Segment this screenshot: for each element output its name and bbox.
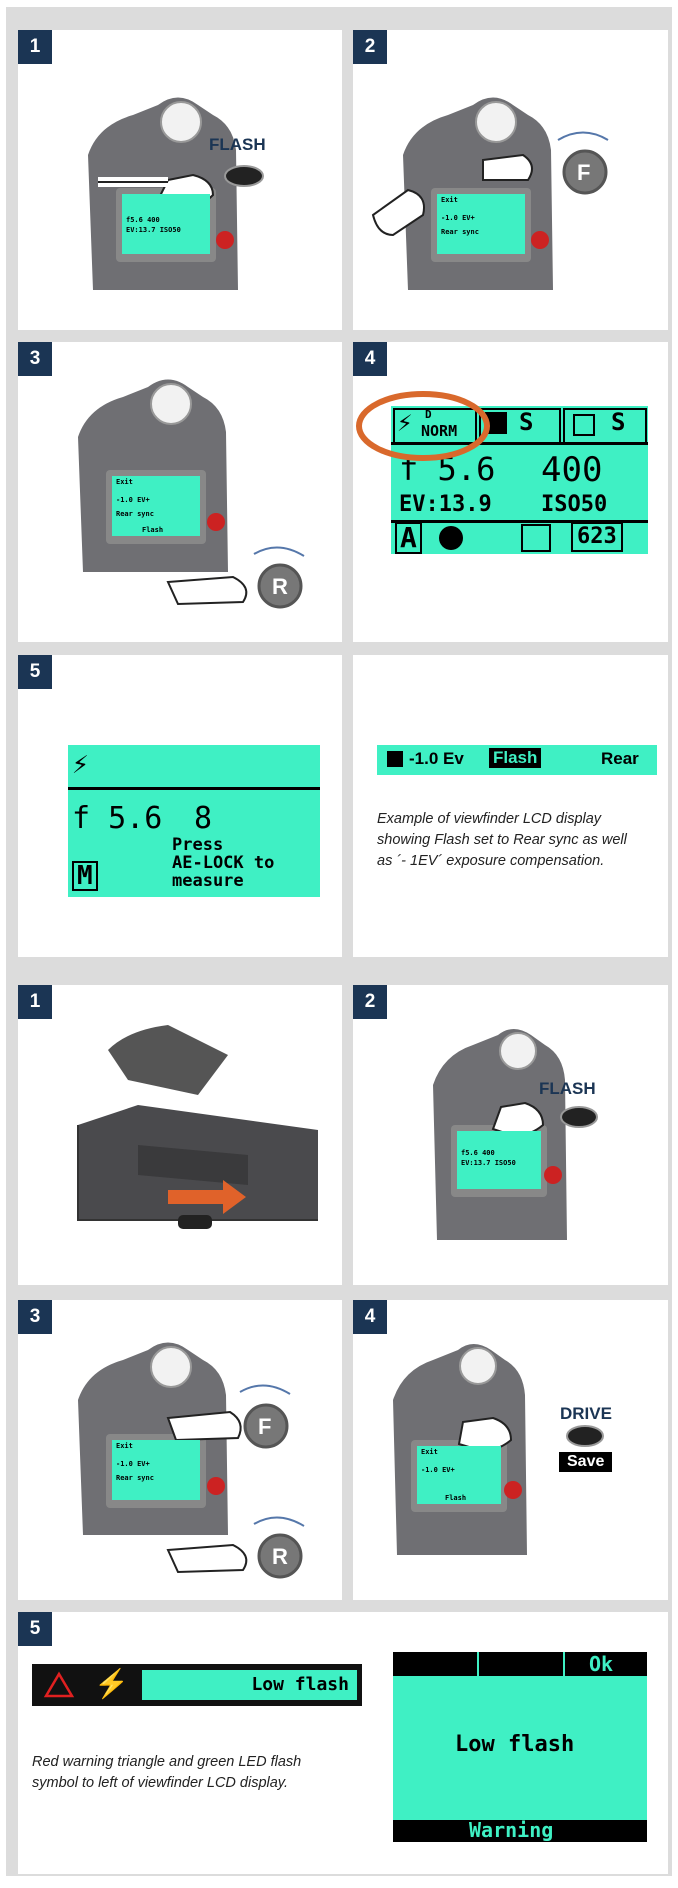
- viewfinder-caption: Example of viewfinder LCD display showin…: [377, 809, 627, 872]
- press-line-2: AE-LOCK to: [172, 853, 275, 873]
- manual-page: 1 FLASH f5.6 400 EV:13.7 ISO50 2 F Exit …: [0, 0, 678, 1888]
- mini-lcd-aperture: f5.6 400: [461, 1149, 495, 1157]
- step-panel-5b: 5 ⚡ Low flash Red warning triangle and g…: [18, 1612, 668, 1874]
- mini-lcd-footer: Flash: [445, 1494, 467, 1502]
- caption-line: Red warning triangle and green LED flash: [32, 1754, 302, 1770]
- mini-lcd-sync: Rear sync: [116, 510, 154, 518]
- f-dial-letter: F: [258, 1414, 272, 1439]
- viewfinder-warning-strip: ⚡ Low flash: [32, 1664, 362, 1706]
- flash-icon: ⚡: [72, 747, 89, 780]
- step-number: 5: [18, 655, 52, 689]
- press-line-1: Press: [172, 835, 224, 855]
- ev-comp-value: -1.0 Ev: [409, 749, 464, 768]
- warning-triangle-icon: [43, 1671, 75, 1698]
- step-panel-1: 1 FLASH f5.6 400 EV:13.7 ISO50: [18, 30, 342, 330]
- sync-mode: Rear: [601, 749, 639, 768]
- caption-line: symbol to left of viewfinder LCD display…: [32, 1775, 289, 1791]
- drive-button-label: DRIVE: [560, 1404, 612, 1423]
- mini-lcd-ev-line: -1.0 EV+: [421, 1466, 455, 1474]
- ev-comp-icon: [387, 751, 403, 767]
- caption-line: showing Flash set to Rear sync as well: [377, 832, 627, 848]
- viewfinder-strip: -1.0 Ev Flash Rear: [377, 745, 657, 775]
- step-panel-5: 5 ⚡ f 5.6 8 M Press AE-LOCK to measure: [18, 655, 342, 957]
- camera-grip-illustration: [393, 1344, 604, 1555]
- warning-footer: Warning: [469, 1818, 554, 1842]
- r-dial-letter: R: [272, 574, 288, 599]
- mini-lcd-tab: Exit: [116, 478, 133, 486]
- mini-lcd-tab: Exit: [116, 1442, 133, 1450]
- mini-lcd-screen: f5.6 400 EV:13.7 ISO50: [122, 194, 210, 254]
- camera-grip-illustration: [371, 97, 609, 290]
- step-panel-3b: 3 F R Exit -1.0 EV+ Rear sync: [18, 1300, 342, 1600]
- mini-lcd-footer: Flash: [142, 526, 164, 534]
- camera-grip-illustration: [88, 97, 264, 290]
- mini-lcd-aperture: f5.6 400: [126, 216, 160, 224]
- caption-line: as ´- 1EV´ exposure compensation.: [377, 853, 605, 869]
- flash-button-label: FLASH: [539, 1079, 596, 1098]
- mini-lcd-screen: Exit -1.0 EV+ Rear sync: [112, 1440, 200, 1500]
- step-number: 5: [18, 1612, 52, 1646]
- mini-lcd-tab: Exit: [441, 196, 458, 204]
- low-flash-text: Low flash: [251, 1674, 349, 1695]
- mini-lcd-sync: Rear sync: [441, 228, 479, 236]
- ok-tab: Ok: [589, 1652, 614, 1676]
- shutter-value: 8: [194, 801, 213, 836]
- lcd-press-ae-lock: ⚡ f 5.6 8 M Press AE-LOCK to measure: [68, 745, 320, 897]
- step-panel-2: 2 F Exit -1.0 EV+ Rear sync: [353, 30, 668, 330]
- mini-lcd-ev: EV:13.7 ISO50: [126, 226, 181, 234]
- mini-lcd-ev-line: -1.0 EV+: [441, 214, 475, 222]
- mini-lcd-sync: Rear sync: [116, 1474, 154, 1482]
- low-flash-strip: Low flash: [142, 1670, 357, 1700]
- press-line-3: measure: [172, 871, 244, 891]
- flash-button-label: FLASH: [209, 135, 266, 154]
- step-panel-1b: 1: [18, 985, 342, 1285]
- viewfinder-example-panel: -1.0 Ev Flash Rear Example of viewfinder…: [353, 655, 668, 957]
- mini-lcd-screen: Exit -1.0 EV+ Rear sync: [437, 194, 525, 254]
- save-label: Save: [559, 1452, 613, 1472]
- warning-message: Low flash: [455, 1732, 575, 1757]
- mini-lcd-ev-line: -1.0 EV+: [116, 1460, 150, 1468]
- step-panel-4b: 4 DRIVE Save Exit -1.0 EV+ Flash: [353, 1300, 668, 1600]
- mini-lcd-tab: Exit: [421, 1448, 438, 1456]
- r-dial-letter: R: [272, 1544, 288, 1569]
- mini-lcd-screen: f5.6 400 EV:13.7 ISO50: [457, 1131, 541, 1189]
- step-panel-3: 3 R Exit -1.0 EV+ Rear sync Flash: [18, 342, 342, 642]
- mini-lcd-ev-line: -1.0 EV+: [116, 496, 150, 504]
- highlight-circle: [356, 391, 490, 461]
- aperture-value: f 5.6: [72, 801, 163, 836]
- mini-lcd-screen: Exit -1.0 EV+ Rear sync Flash: [112, 476, 200, 536]
- mini-lcd-screen: Exit -1.0 EV+ Flash: [417, 1446, 501, 1504]
- low-flash-warning-lcd: Ok Low flash Warning: [393, 1652, 647, 1842]
- warning-caption: Red warning triangle and green LED flash…: [32, 1752, 301, 1794]
- caption-line: Example of viewfinder LCD display: [377, 811, 602, 827]
- flash-indicator: Flash: [489, 748, 542, 768]
- flash-led-icon: ⚡: [94, 1668, 129, 1699]
- mini-lcd-ev: EV:13.7 ISO50: [461, 1159, 516, 1167]
- step-panel-2b: 2 FLASH f5.6 400 EV:13.7 ISO50: [353, 985, 668, 1285]
- f-dial-letter: F: [577, 160, 591, 185]
- flash-unit-illustration: [77, 1025, 318, 1229]
- step-panel-4: 4 ⚡ D NORM S S f 5.6 400 EV:13.9 ISO50 A…: [353, 342, 668, 642]
- exposure-mode: M: [72, 861, 98, 891]
